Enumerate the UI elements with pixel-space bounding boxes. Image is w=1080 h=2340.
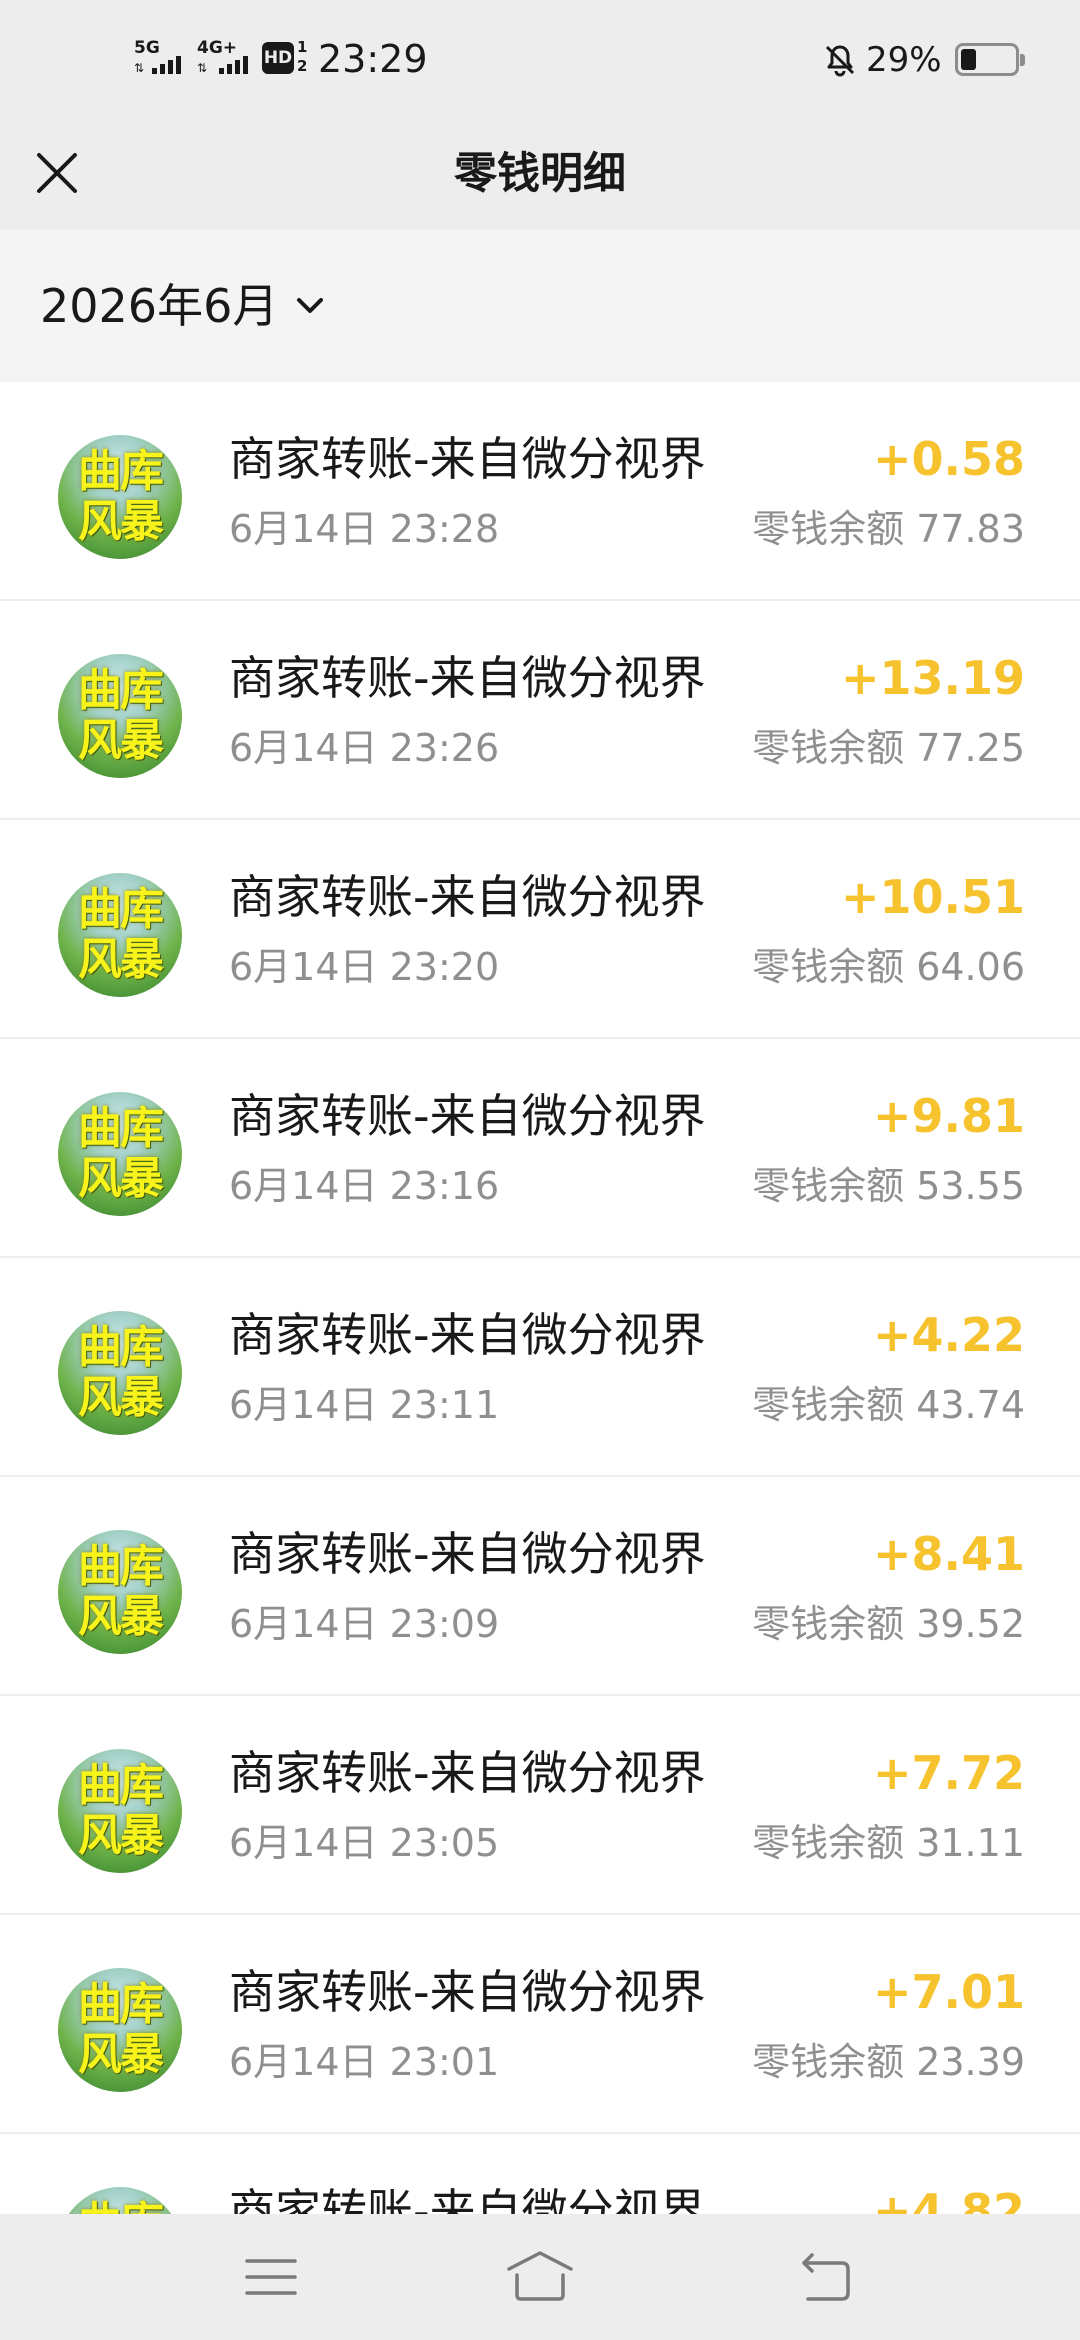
transaction-title: 商家转账-来自微分视界 (229, 651, 706, 705)
transaction-title: 商家转账-来自微分视界 (229, 1089, 706, 1143)
transaction-amount: +8.41 (872, 1527, 1025, 1581)
merchant-avatar: 曲库风暴 (58, 1092, 182, 1216)
hd-sim-label: 1 2 (297, 38, 308, 75)
transaction-balance: 零钱余额 43.74 (752, 1383, 1025, 1427)
battery-percent: 29% (866, 40, 942, 80)
clock: 23:29 (318, 37, 428, 81)
transaction-balance: 零钱余额 77.25 (752, 726, 1025, 770)
transaction-amount: +9.81 (872, 1089, 1025, 1143)
transaction-row[interactable]: 曲库 风暴 商家转账-来自微分视界 6月14日 23:20 +10.51 零钱余额… (0, 820, 1080, 1039)
status-bar: 5G ⇅ 4G+ ⇅ HD 1 2 23:29 29% (0, 0, 1080, 118)
transaction-time: 6月14日 23:20 (229, 945, 500, 989)
battery-icon (955, 43, 1025, 76)
merchant-avatar: 曲库风暴 (58, 873, 182, 997)
transaction-row[interactable]: 曲库 风暴 商家转账-来自微分视界 6月14日 23:16 +9.81 零钱余额 … (0, 1039, 1080, 1258)
home-icon[interactable] (505, 2247, 575, 2307)
transaction-title: 商家转账-来自微分视界 (229, 1308, 706, 1362)
transaction-balance: 零钱余额 77.83 (752, 507, 1025, 551)
transaction-amount: +10.51 (840, 870, 1025, 924)
signal-5g-icon: 5G ⇅ (134, 40, 194, 80)
chevron-down-icon (297, 298, 324, 313)
nav-bar: 零钱明细 (0, 118, 1080, 230)
transaction-amount: +13.19 (840, 651, 1025, 705)
transaction-amount: +7.72 (872, 1746, 1025, 1800)
transaction-row[interactable]: 曲库 风暴 商家转账-来自微分视界 6月14日 23:09 +8.41 零钱余额 … (0, 1477, 1080, 1696)
menu-icon[interactable] (241, 2247, 301, 2307)
merchant-avatar: 曲库风暴 (58, 1530, 182, 1654)
transaction-title: 商家转账-来自微分视界 (229, 1965, 706, 2019)
transaction-title: 商家转账-来自微分视界 (229, 432, 706, 486)
transaction-row[interactable]: 曲库 风暴 商家转账-来自微分视界 6月14日 23:01 +7.01 零钱余额 … (0, 1915, 1080, 2134)
month-picker[interactable]: 2026年6月 (40, 270, 330, 342)
transaction-amount: +4.22 (872, 1308, 1025, 1362)
transaction-time: 6月14日 23:16 (229, 1164, 500, 1208)
transaction-row[interactable]: 曲库 风暴 商家转账-来自微分视界 6月14日 23:26 +13.19 零钱余额… (0, 601, 1080, 820)
transaction-row[interactable]: 曲库 风暴 商家转账-来自微分视界 6月14日 23:11 +4.22 零钱余额 … (0, 1258, 1080, 1477)
transaction-amount: +0.58 (872, 432, 1025, 486)
transaction-title: 商家转账-来自微分视界 (229, 870, 706, 924)
signal-4g-icon: 4G+ ⇅ (197, 40, 257, 80)
transaction-list: 曲库 风暴 商家转账-来自微分视界 6月14日 23:28 +0.58 零钱余额 … (0, 382, 1080, 2340)
transaction-balance: 零钱余额 64.06 (752, 945, 1025, 989)
transaction-time: 6月14日 23:05 (229, 1821, 500, 1865)
transaction-time: 6月14日 23:01 (229, 2040, 500, 2084)
transaction-balance: 零钱余额 31.11 (752, 1821, 1025, 1865)
transaction-title: 商家转账-来自微分视界 (229, 1527, 706, 1581)
transaction-balance: 零钱余额 23.39 (752, 2040, 1025, 2084)
merchant-avatar: 曲库风暴 (58, 435, 182, 559)
transaction-time: 6月14日 23:28 (229, 507, 500, 551)
transaction-balance: 零钱余额 39.52 (752, 1602, 1025, 1646)
month-label: 2026年6月 (40, 279, 279, 333)
merchant-avatar: 曲库风暴 (58, 1968, 182, 2092)
merchant-avatar: 曲库风暴 (58, 654, 182, 778)
transaction-title: 商家转账-来自微分视界 (229, 1746, 706, 1800)
mute-bell-icon (825, 45, 855, 77)
merchant-avatar: 曲库风暴 (58, 1749, 182, 1873)
page-title: 零钱明细 (454, 149, 626, 199)
transaction-time: 6月14日 23:09 (229, 1602, 500, 1646)
hd-icon: HD (262, 42, 294, 74)
battery-fill (961, 49, 976, 70)
transaction-balance: 零钱余额 53.55 (752, 1164, 1025, 1208)
back-icon[interactable] (794, 2247, 854, 2307)
merchant-avatar: 曲库风暴 (58, 1311, 182, 1435)
transaction-time: 6月14日 23:11 (229, 1383, 500, 1427)
transaction-row[interactable]: 曲库 风暴 商家转账-来自微分视界 6月14日 23:05 +7.72 零钱余额 … (0, 1696, 1080, 1915)
month-filter-bar: 2026年6月 (0, 230, 1080, 382)
system-nav-bar (0, 2214, 1080, 2340)
transaction-amount: +7.01 (872, 1965, 1025, 2019)
transaction-row[interactable]: 曲库 风暴 商家转账-来自微分视界 6月14日 23:28 +0.58 零钱余额 … (0, 382, 1080, 601)
transaction-time: 6月14日 23:26 (229, 726, 500, 770)
